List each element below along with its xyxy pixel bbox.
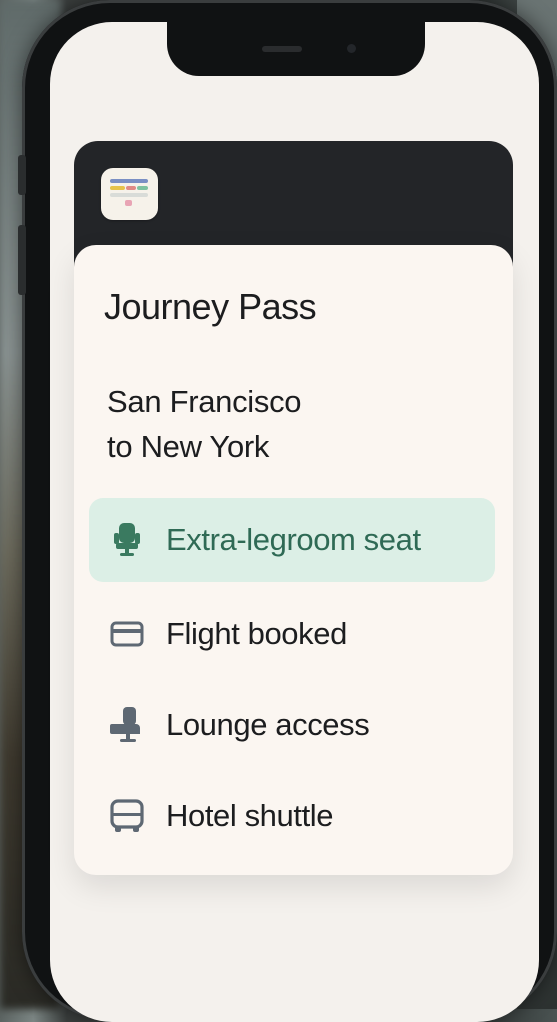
route-origin: San Francisco (107, 384, 302, 419)
item-flight-booked[interactable]: Flight booked (89, 592, 495, 676)
item-extra-legroom-seat[interactable]: Extra-legroom seat (89, 498, 495, 582)
app-icon[interactable] (101, 168, 158, 220)
lounge-chair-icon (107, 705, 147, 745)
item-label: Hotel shuttle (166, 798, 334, 833)
item-lounge-access[interactable]: Lounge access (89, 683, 495, 767)
mute-switch (18, 155, 26, 195)
item-label: Lounge access (166, 707, 370, 742)
item-hotel-shuttle[interactable]: Hotel shuttle (89, 774, 495, 858)
pass-title: Journey Pass (104, 286, 317, 327)
item-label: Extra-legroom seat (166, 522, 421, 557)
seat-icon (107, 520, 147, 560)
route-text: San Francisco to New York (107, 379, 407, 469)
front-camera (347, 44, 356, 53)
speaker-grille (262, 46, 302, 52)
card-icon (107, 614, 147, 654)
route-destination: to New York (107, 429, 270, 464)
bus-icon (107, 796, 147, 836)
volume-up-button (18, 225, 26, 295)
notch (167, 22, 425, 76)
item-label: Flight booked (166, 616, 347, 651)
